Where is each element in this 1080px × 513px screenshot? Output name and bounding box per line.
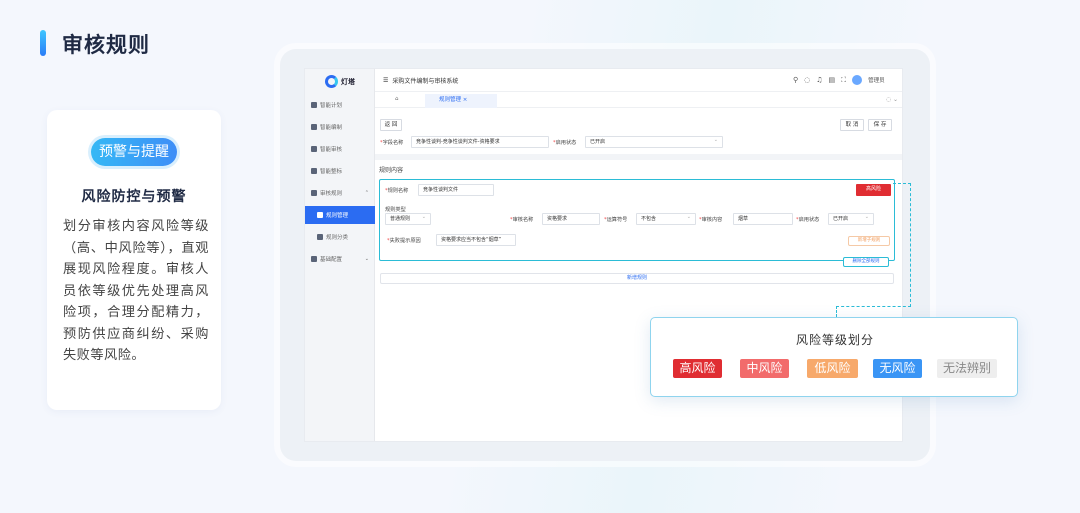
rule-name-input[interactable]: 竞争性谈判文件 [418, 184, 494, 196]
avatar[interactable] [852, 75, 863, 85]
help-icon[interactable]: ◌ [804, 76, 810, 84]
tab-bar: ⌂ 规则管理 × ◌ ⌄ [375, 92, 902, 108]
fail-reason-input[interactable]: 资格要求应当不包含“烟草” [436, 234, 516, 246]
risk-level-low[interactable]: 低风险 [807, 359, 858, 378]
sidebar-item-label: 智能计划 [320, 103, 343, 109]
delete-all-rules-button[interactable]: 删除全部规则 [843, 257, 889, 267]
message-icon[interactable]: ▤ [829, 76, 836, 84]
risk-level-unknown[interactable]: 无法辨别 [937, 359, 997, 378]
sidebar-item-label: 基础配置 [320, 257, 343, 263]
logo-text: 灯塔 [341, 77, 355, 86]
app-logo: 灯塔 [325, 75, 355, 88]
tab-actions[interactable]: ◌ ⌄ [886, 96, 898, 103]
feature-title: 风险防控与预警 [81, 189, 187, 205]
risk-level-tag[interactable]: 高风险 [856, 184, 891, 196]
connector-line [836, 306, 837, 317]
home-tab-icon[interactable]: ⌂ [395, 96, 399, 102]
status-select[interactable]: 已开启 [585, 135, 723, 148]
sidebar-item-label: 审核规则 [320, 191, 343, 197]
feature-card: 预警与提醒 风险防控与预警 划分审核内容风险等级（高、中风险等），直观展现风险程… [47, 110, 221, 410]
field-name-input[interactable]: 竞争性谈判-竞争性谈判文件-资格要求 [411, 136, 549, 148]
sidebar-item-compile[interactable]: 智能编制 [305, 118, 375, 136]
search-icon[interactable]: ⚲ [793, 76, 798, 84]
feature-badge: 预警与提醒 [91, 138, 177, 166]
sidebar-item-config[interactable]: 基础配置 ⌄ [305, 250, 375, 268]
review-name-label: *审核名称 [510, 217, 534, 223]
sidebar-item-label: 规则分类 [326, 235, 349, 241]
operator-label: *运算符号 [604, 217, 628, 223]
rule-name-label: *规则名称 [385, 188, 409, 194]
category-icon [317, 234, 323, 240]
rule-type-select[interactable]: 普通规则 [385, 212, 431, 225]
user-name[interactable]: 管理员 [868, 76, 885, 84]
page-title: 审核规则 [62, 33, 150, 57]
review-name-input[interactable]: 资格要求 [542, 213, 600, 225]
rule-box: *规则名称 竞争性谈判文件 高风险 规则类型 普通规则 *审核名称 资格要求 *… [379, 179, 895, 261]
status-label: *启用状态 [553, 140, 577, 146]
sidebar-item-rule-manage[interactable]: 规则管理 [305, 206, 375, 224]
sidebar-item-rule-category[interactable]: 规则分类 [305, 228, 375, 246]
window-title: 采购文件编制与审核系统 [392, 77, 459, 85]
grid-icon [311, 102, 317, 108]
sidebar-item-label: 智能编制 [320, 125, 343, 131]
sidebar-item-plan[interactable]: 智能计划 [305, 96, 375, 114]
feature-description: 划分审核内容风险等级（高、中风险等），直观展现风险程度。审核人员依等级优先处理高… [63, 219, 209, 363]
heading-accent-bar [40, 30, 46, 56]
add-sub-rule-button[interactable]: 新增子规则 [848, 236, 890, 246]
sidebar-item-label: 规则管理 [326, 213, 349, 219]
sidebar-item-review[interactable]: 智能审核 [305, 140, 375, 158]
content-input[interactable]: 烟草 [733, 213, 793, 225]
sidebar-item-label: 智能审核 [320, 147, 343, 153]
fullscreen-icon[interactable]: ⛶ [841, 76, 846, 85]
sidebar-item-organize[interactable]: 智能整标 [305, 162, 375, 180]
enable-label: *启用状态 [796, 217, 820, 223]
section-title: 规则内容 [379, 167, 404, 174]
content-label: *审核内容 [699, 217, 723, 223]
risk-level-none[interactable]: 无风险 [873, 359, 922, 378]
save-button[interactable]: 保 存 [868, 119, 892, 131]
cancel-button[interactable]: 取 消 [840, 119, 864, 131]
risk-level-popup: 风险等级划分 高风险 中风险 低风险 无风险 无法辨别 [650, 317, 1018, 397]
list-icon [311, 168, 317, 174]
table-icon [317, 212, 323, 218]
back-button[interactable]: 返 回 [380, 119, 402, 131]
connector-line [836, 306, 911, 307]
connector-line [893, 183, 911, 184]
fail-reason-label: *失败提示原因 [387, 238, 421, 244]
sidebar: 灯塔 智能计划 智能编制 智能审核 智能整标 审核规则 ⌃ 规则管理 规则分类 基… [305, 69, 375, 441]
operator-select[interactable]: 不包含 [636, 212, 696, 225]
top-actions: ⚲ ◌ ♫ ▤ ⛶ 管理员 [793, 75, 885, 85]
field-name-label: *字段名称 [380, 140, 404, 146]
shield-icon [311, 146, 317, 152]
divider [375, 154, 902, 160]
bell-icon[interactable]: ♫ [816, 76, 822, 84]
risk-level-high[interactable]: 高风险 [673, 359, 722, 378]
add-rule-button[interactable]: 新增规则 [380, 273, 894, 284]
user-icon [311, 256, 317, 262]
chevron-down-icon: ⌄ [364, 256, 369, 262]
connector-line [910, 183, 911, 307]
risk-level-medium[interactable]: 中风险 [740, 359, 789, 378]
rules-icon [311, 190, 317, 196]
menu-icon[interactable]: ☰ [383, 77, 388, 84]
popup-title: 风险等级划分 [795, 333, 874, 347]
doc-icon [311, 124, 317, 130]
tab-rule-manage[interactable]: 规则管理 × [425, 94, 497, 108]
chevron-up-icon: ⌃ [364, 190, 369, 196]
sidebar-item-rules[interactable]: 审核规则 ⌃ [305, 184, 375, 202]
enable-select[interactable]: 已开启 [828, 212, 874, 225]
sidebar-item-label: 智能整标 [320, 169, 343, 175]
logo-icon [325, 75, 338, 88]
rule-type-label: 规则类型 [385, 207, 406, 213]
